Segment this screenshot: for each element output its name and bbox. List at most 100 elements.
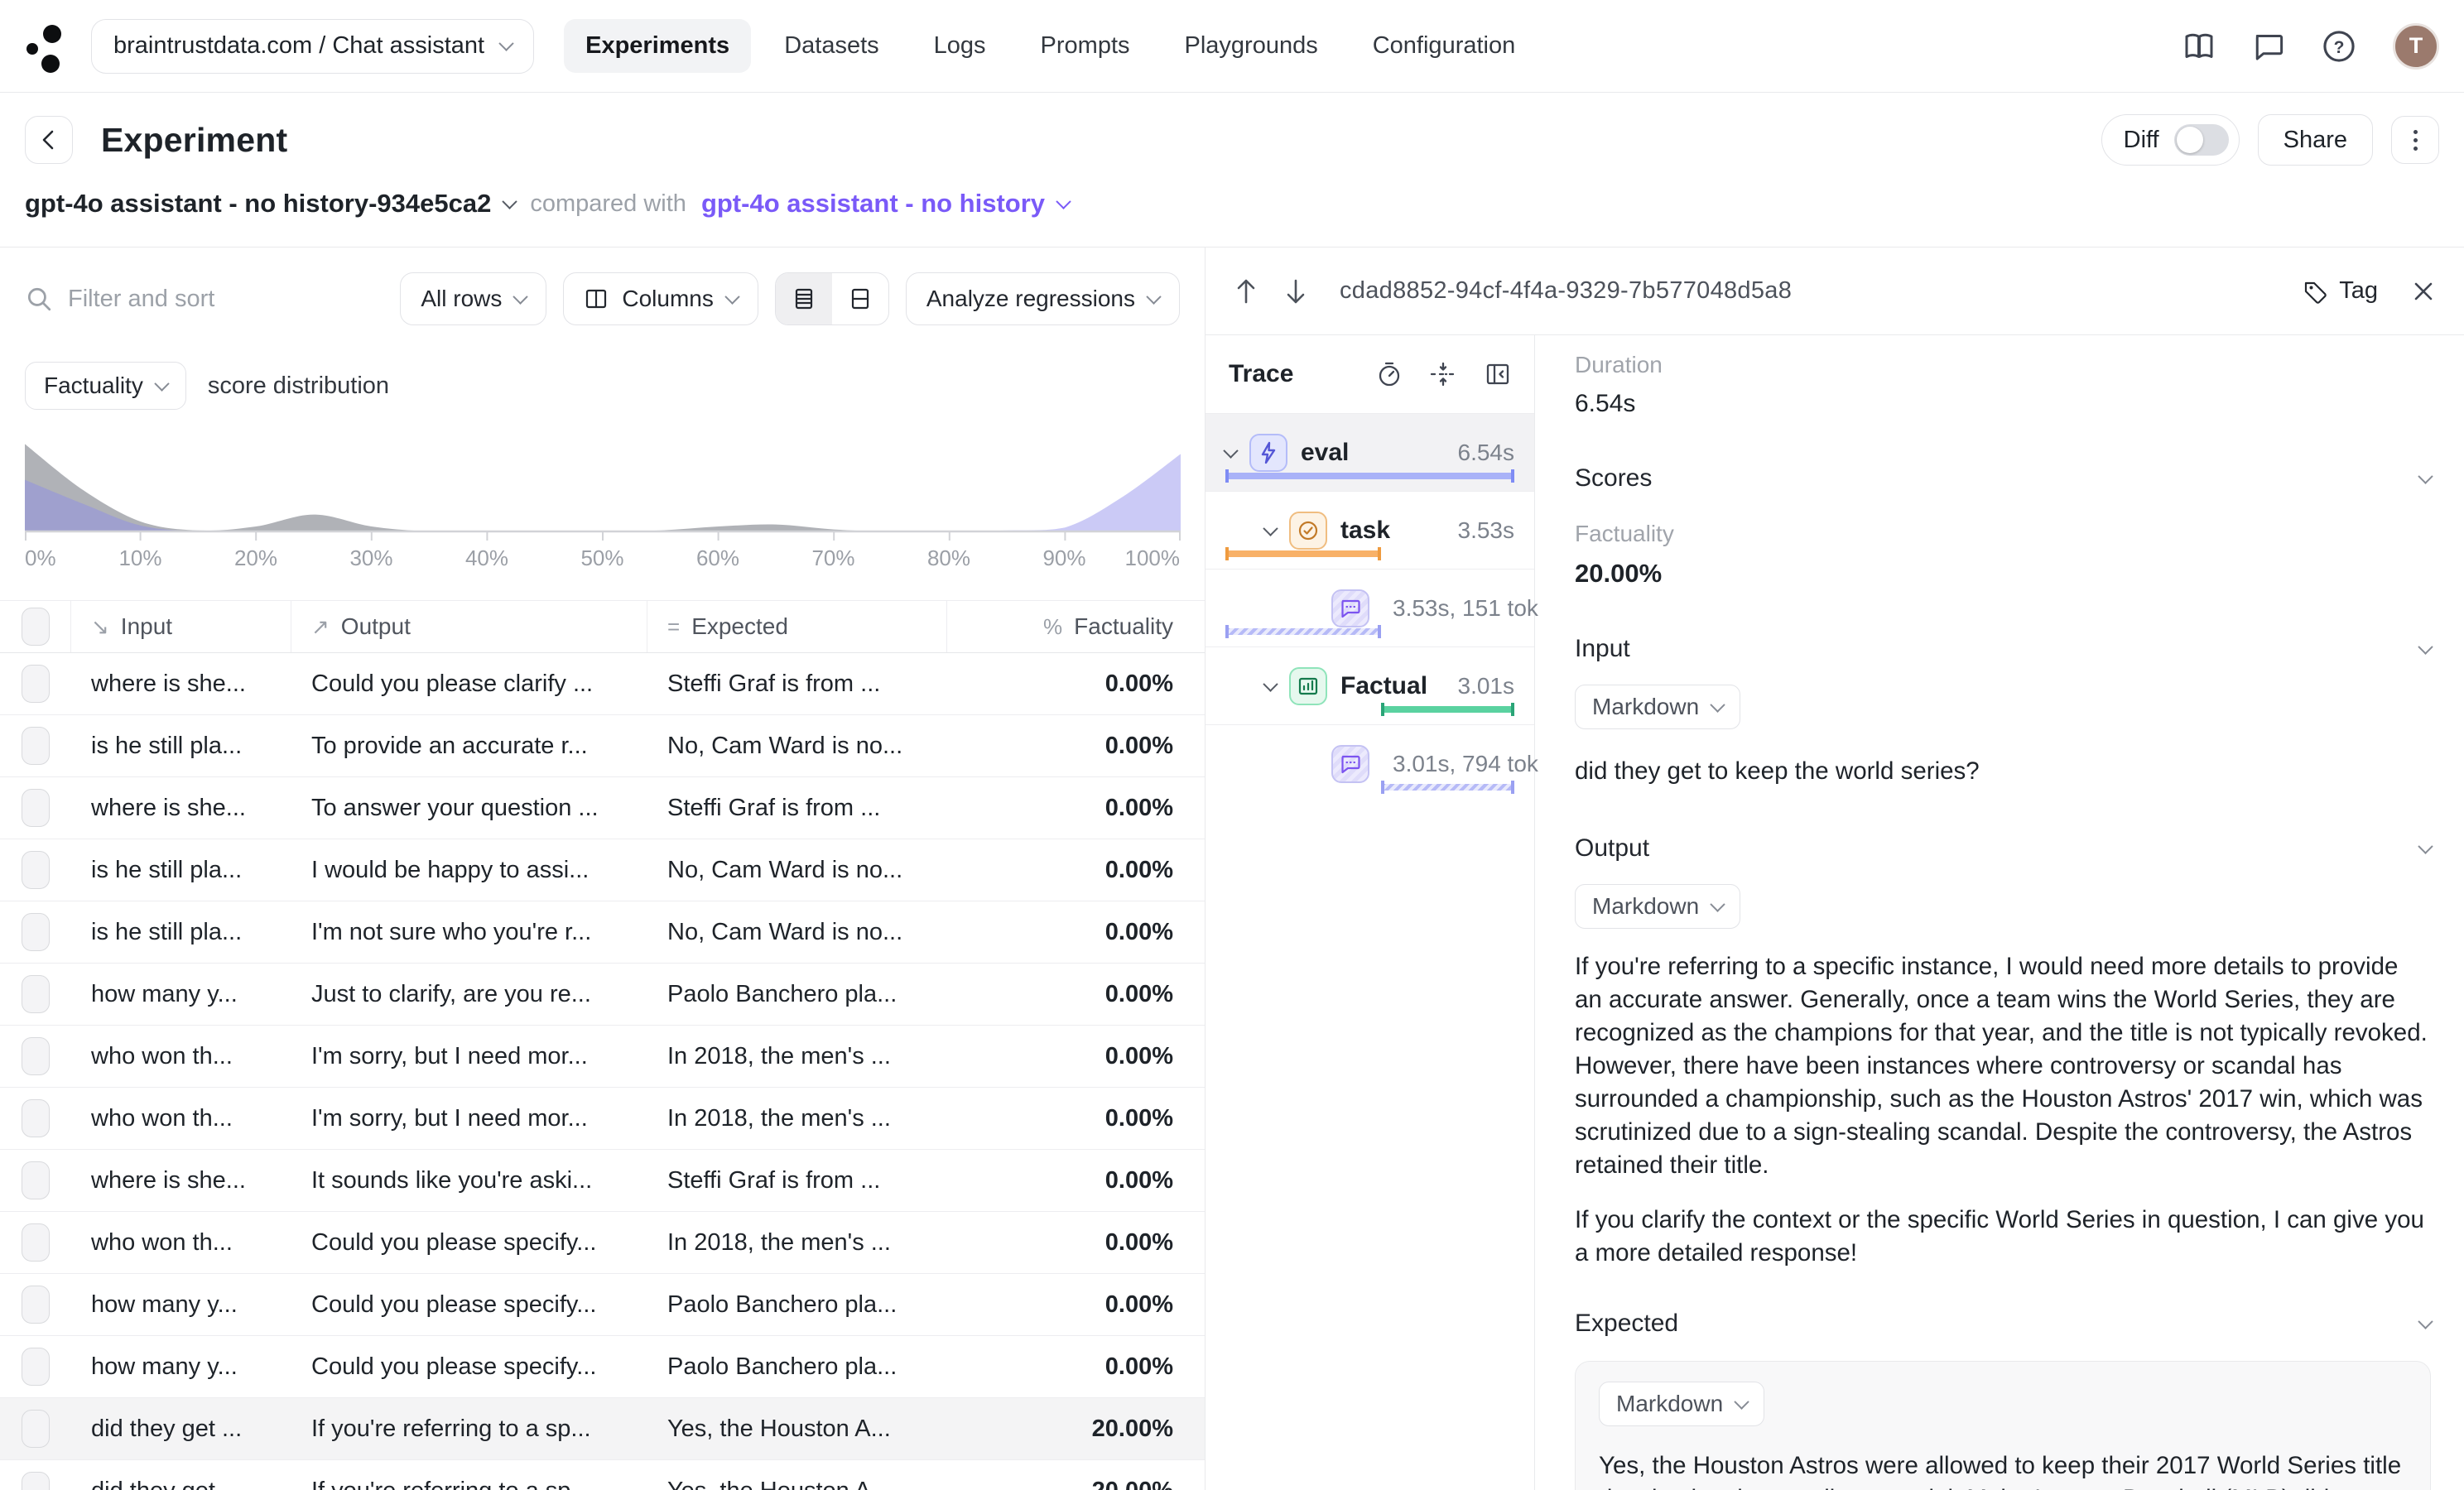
span-name: task — [1340, 517, 1390, 545]
chevron-down-icon — [513, 289, 528, 304]
row-checkbox[interactable] — [22, 1099, 50, 1137]
chevron-down-icon[interactable] — [1223, 443, 1238, 458]
search-icon — [25, 285, 53, 313]
previous-row-button[interactable] — [1234, 277, 1258, 305]
back-button[interactable] — [25, 116, 73, 164]
table-row[interactable]: where is she... Could you please clarify… — [0, 653, 1205, 715]
row-checkbox[interactable] — [22, 1161, 50, 1199]
trace-nav-bar: cdad8852-94cf-4f4a-9329-7b577048d5a8 Tag — [1206, 248, 2464, 335]
table-row[interactable]: how many y... Could you please specify..… — [0, 1336, 1205, 1398]
table-row[interactable]: where is she... It sounds like you're as… — [0, 1150, 1205, 1212]
tab-experiments[interactable]: Experiments — [564, 19, 751, 73]
row-checkbox[interactable] — [22, 665, 50, 703]
project-selector[interactable]: braintrustdata.com / Chat assistant — [91, 19, 534, 74]
select-all-checkbox[interactable] — [22, 608, 50, 646]
row-checkbox[interactable] — [22, 727, 50, 765]
more-options-button[interactable] — [2391, 116, 2439, 164]
row-checkbox[interactable] — [22, 975, 50, 1013]
tab-logs[interactable]: Logs — [912, 19, 1008, 73]
output-format-dropdown[interactable]: Markdown — [1575, 884, 1740, 929]
cell-expected: No, Cam Ward is no... — [647, 919, 947, 946]
row-checkbox[interactable] — [22, 789, 50, 827]
column-header-output[interactable]: ↗ Output — [291, 601, 647, 652]
compact-rows-view-button[interactable] — [776, 273, 832, 324]
score-metric-label: Factuality — [44, 372, 143, 399]
close-icon[interactable] — [2411, 279, 2436, 304]
trace-span-row[interactable]: Chat ... 3.01s, 794 tok — [1206, 724, 1534, 802]
braintrust-logo-icon — [25, 20, 68, 73]
docs-book-icon[interactable] — [2182, 30, 2216, 63]
row-checkbox[interactable] — [22, 1223, 50, 1262]
avatar[interactable]: T — [2393, 23, 2439, 70]
filter-search[interactable] — [25, 285, 383, 313]
trace-span-row[interactable]: eval 6.54s — [1206, 413, 1534, 491]
columns-dropdown[interactable]: Columns — [563, 272, 758, 325]
cell-input: where is she... — [71, 795, 291, 822]
input-column-icon: ↘ — [91, 614, 109, 640]
input-section-header[interactable]: Input — [1575, 635, 2431, 663]
tab-prompts[interactable]: Prompts — [1019, 19, 1152, 73]
trace-span-row[interactable]: task 3.53s — [1206, 491, 1534, 569]
row-checkbox[interactable] — [22, 1286, 50, 1324]
share-button[interactable]: Share — [2258, 114, 2373, 166]
column-header-input[interactable]: ↘ Input — [71, 601, 291, 652]
timing-icon[interactable] — [1377, 361, 1402, 387]
trace-span-row[interactable]: Chat ... 3.53s, 151 tok — [1206, 569, 1534, 646]
expected-format-dropdown[interactable]: Markdown — [1599, 1382, 1764, 1426]
collapse-all-icon[interactable] — [1430, 361, 1456, 387]
column-header-factuality[interactable]: % Factuality — [947, 601, 1205, 652]
table-row[interactable]: did they get ... If you're referring to … — [0, 1398, 1205, 1460]
input-format-dropdown[interactable]: Markdown — [1575, 685, 1740, 729]
span-name: eval — [1301, 439, 1349, 467]
tab-datasets[interactable]: Datasets — [763, 19, 900, 73]
diff-toggle[interactable] — [2174, 124, 2229, 156]
tall-rows-view-button[interactable] — [832, 273, 888, 324]
cell-input: who won th... — [71, 1043, 291, 1070]
table-row[interactable]: did they get ... If you're referring to … — [0, 1460, 1205, 1490]
chevron-down-icon[interactable] — [1263, 676, 1278, 691]
nav-tabs: ExperimentsDatasetsLogsPromptsPlayground… — [564, 19, 1537, 73]
scores-section-header[interactable]: Scores — [1575, 464, 2431, 493]
table-row[interactable]: who won th... I'm sorry, but I need mor.… — [0, 1088, 1205, 1150]
table-row[interactable]: is he still pla... I would be happy to a… — [0, 839, 1205, 901]
cell-expected: Paolo Banchero pla... — [647, 1353, 947, 1381]
column-header-expected[interactable]: = Expected — [647, 601, 947, 652]
row-checkbox[interactable] — [22, 913, 50, 951]
table-row[interactable]: is he still pla... I'm not sure who you'… — [0, 901, 1205, 964]
rows-filter-dropdown[interactable]: All rows — [400, 272, 546, 325]
table-row[interactable]: how many y... Just to clarify, are you r… — [0, 964, 1205, 1026]
row-checkbox[interactable] — [22, 1472, 50, 1490]
tab-playgrounds[interactable]: Playgrounds — [1163, 19, 1340, 73]
table-row[interactable]: how many y... Could you please specify..… — [0, 1274, 1205, 1336]
table-row[interactable]: who won th... Could you please specify..… — [0, 1212, 1205, 1274]
collapse-panel-icon[interactable] — [1485, 361, 1511, 387]
chevron-down-icon — [1056, 194, 1071, 209]
row-checkbox[interactable] — [22, 851, 50, 889]
span-timeline-bar — [1225, 550, 1381, 557]
table-row[interactable]: who won th... I'm sorry, but I need mor.… — [0, 1026, 1205, 1088]
next-row-button[interactable] — [1283, 277, 1308, 305]
tab-configuration[interactable]: Configuration — [1351, 19, 1538, 73]
filter-input[interactable] — [68, 286, 366, 313]
comparison-experiment-selector[interactable]: gpt-4o assistant - no history — [701, 189, 1069, 219]
tag-button[interactable]: Tag — [2303, 277, 2378, 305]
feedback-chat-icon[interactable] — [2252, 30, 2285, 63]
trace-span-row[interactable]: Factual 3.01s — [1206, 646, 1534, 724]
row-checkbox[interactable] — [22, 1037, 50, 1075]
x-axis-tick-label: 40% — [465, 546, 508, 571]
expected-section-header[interactable]: Expected — [1575, 1310, 2431, 1338]
output-section-header[interactable]: Output — [1575, 834, 2431, 863]
chevron-down-icon[interactable] — [1263, 521, 1278, 536]
analyze-regressions-dropdown[interactable]: Analyze regressions — [906, 272, 1180, 325]
score-metric-dropdown[interactable]: Factuality — [25, 362, 186, 410]
cell-input: how many y... — [71, 981, 291, 1008]
table-row[interactable]: where is she... To answer your question … — [0, 777, 1205, 839]
table-row[interactable]: is he still pla... To provide an accurat… — [0, 715, 1205, 777]
help-icon[interactable]: ? — [2322, 29, 2356, 64]
row-checkbox[interactable] — [22, 1348, 50, 1386]
cell-expected: Steffi Graf is from ... — [647, 795, 947, 822]
experiment-name-selector[interactable]: gpt-4o assistant - no history-934e5ca2 — [25, 189, 515, 219]
project-selector-label: braintrustdata.com / Chat assistant — [113, 32, 484, 60]
output-text: If you're referring to a specific instan… — [1575, 950, 2431, 1270]
row-checkbox[interactable] — [22, 1410, 50, 1448]
